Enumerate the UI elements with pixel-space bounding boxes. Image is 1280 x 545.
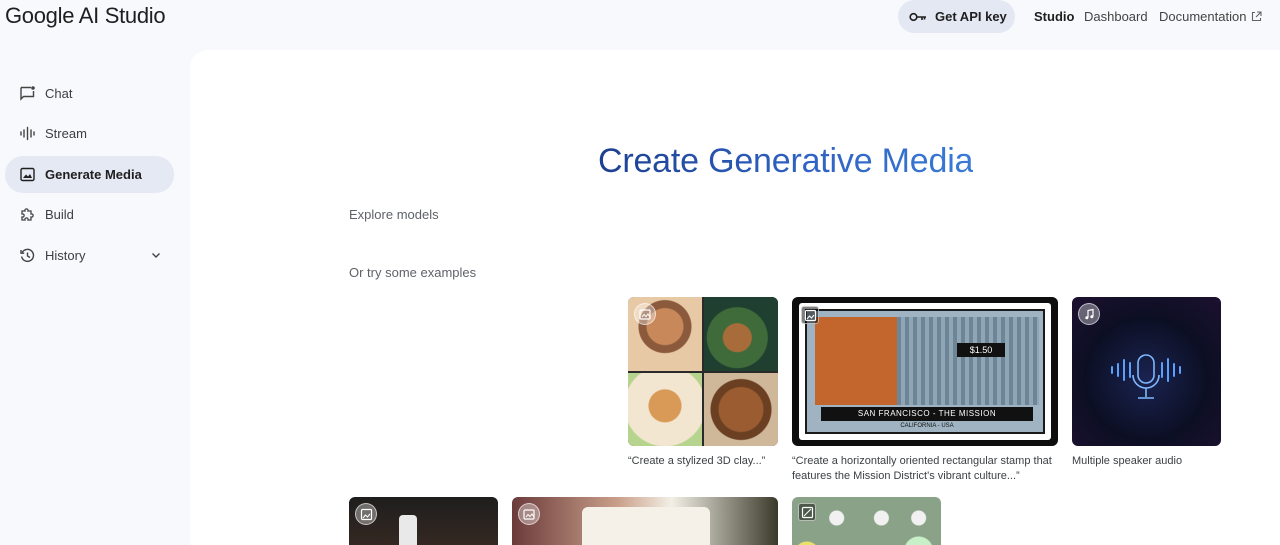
example-card-noodles[interactable] <box>512 497 778 545</box>
image-badge <box>798 503 816 521</box>
image-badge <box>355 503 377 525</box>
page-title: Create Generative Media <box>598 142 974 180</box>
get-api-key-label: Get API key <box>935 9 1007 24</box>
sidebar-item-history[interactable]: History <box>5 237 174 274</box>
stamp-thumbnail: $1.50 SAN FRANCISCO - THE MISSION CALIFO… <box>799 303 1051 440</box>
nav-documentation[interactable]: Documentation <box>1159 9 1263 24</box>
image-edit-icon <box>522 508 535 520</box>
noodle-thumbnail <box>582 507 710 545</box>
nav-dashboard[interactable]: Dashboard <box>1084 9 1148 24</box>
sidebar-item-build[interactable]: Build <box>5 196 174 233</box>
bottle-thumbnail <box>399 515 417 545</box>
chevron-down-icon[interactable] <box>150 249 162 261</box>
image-badge <box>801 306 819 324</box>
example-caption: “Create a stylized 3D clay...” <box>628 455 766 467</box>
image-edit-badge <box>634 303 656 325</box>
sidebar-item-generate-media[interactable]: Generate Media <box>5 156 174 193</box>
sidebar-item-chat[interactable]: Chat <box>5 75 174 112</box>
history-icon <box>20 248 35 263</box>
image-icon <box>20 167 35 182</box>
sidebar-item-stream[interactable]: Stream <box>5 115 174 152</box>
puzzle-icon <box>21 208 34 221</box>
audio-icon <box>1084 308 1094 319</box>
sidebar-item-label: Build <box>45 207 74 222</box>
audio-badge <box>1078 303 1100 325</box>
main-panel: Create Generative Media Explore models O… <box>190 50 1280 545</box>
example-card-mixer[interactable] <box>792 497 941 545</box>
image-icon <box>804 309 816 321</box>
stamp-title: SAN FRANCISCO - THE MISSION <box>821 407 1033 421</box>
key-icon <box>909 12 926 21</box>
example-caption: Multiple speaker audio <box>1072 455 1183 467</box>
get-api-key-button[interactable]: Get API key <box>898 0 1015 33</box>
stamp-subtitle: CALIFORNIA - USA <box>900 423 954 429</box>
waveform-icon <box>20 126 35 141</box>
nav-studio[interactable]: Studio <box>1034 9 1074 24</box>
example-card-audio[interactable] <box>1072 297 1221 446</box>
example-card-bottle[interactable] <box>349 497 498 545</box>
sidebar-item-label: Stream <box>45 126 87 141</box>
examples-label: Or try some examples <box>349 265 477 280</box>
external-link-icon <box>1252 11 1263 22</box>
example-caption: “Create a horizontally oriented rectangu… <box>792 455 1052 482</box>
image-icon <box>360 508 372 520</box>
top-bar: Google AI Studio Get API key Studio Dash… <box>0 0 1280 34</box>
chat-icon <box>20 86 35 101</box>
sidebar-item-label: Chat <box>45 86 73 101</box>
nav-documentation-label: Documentation <box>1159 9 1247 24</box>
stamp-price: $1.50 <box>957 343 1005 357</box>
example-card-clay-dog[interactable] <box>628 297 778 446</box>
sidebar-item-label: History <box>45 248 86 263</box>
explore-models-label: Explore models <box>349 207 439 222</box>
image-edit-icon <box>638 308 651 320</box>
app-logo[interactable]: Google AI Studio <box>5 3 166 29</box>
image-icon <box>801 506 813 518</box>
image-edit-badge <box>518 503 540 525</box>
example-card-stamp[interactable]: $1.50 SAN FRANCISCO - THE MISSION CALIFO… <box>792 297 1058 446</box>
sidebar-item-label: Generate Media <box>45 167 142 182</box>
